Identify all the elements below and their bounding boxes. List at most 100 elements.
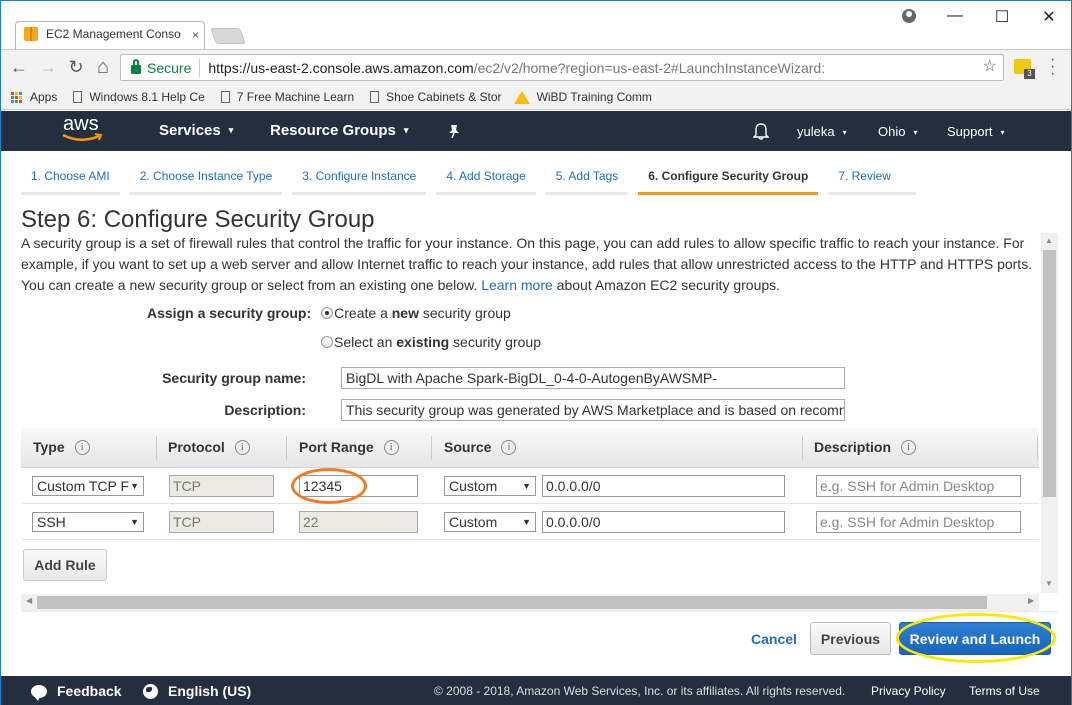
scrollbar-thumb[interactable]: [37, 596, 987, 609]
column-header-type: Type i: [33, 439, 90, 455]
tab-close-icon[interactable]: ×: [192, 28, 199, 42]
bookmark-item[interactable]: WiBD Training Comm: [513, 90, 652, 104]
step-choose-instance-type[interactable]: 2. Choose Instance Type: [129, 163, 283, 195]
column-header-description: Description i: [814, 439, 917, 455]
language-selector[interactable]: English (US): [143, 683, 251, 699]
scroll-down-icon[interactable]: ▼: [1045, 579, 1053, 588]
bookmark-item[interactable]: Windows 8.1 Help Ce: [73, 90, 205, 104]
user-menu[interactable]: yuleka ▾: [797, 124, 847, 139]
chevron-down-icon: ▾: [913, 128, 918, 137]
aws-favicon-icon: [24, 27, 38, 41]
step-add-tags[interactable]: 5. Add Tags: [545, 163, 629, 195]
source-cidr-input[interactable]: 0.0.0.0/0: [542, 475, 785, 497]
rule-description-input[interactable]: e.g. SSH for Admin Desktop: [816, 475, 1021, 497]
browser-tab[interactable]: EC2 Management Conso ×: [15, 21, 205, 49]
browser-toolbar: ← → ↻ ⌂ Secure https://us-east-2.console…: [1, 49, 1071, 85]
add-rule-button[interactable]: Add Rule: [23, 549, 107, 581]
page-icon: [370, 91, 380, 103]
info-icon[interactable]: i: [74, 439, 90, 455]
column-header-protocol: Protocol i: [168, 439, 250, 455]
maximize-icon[interactable]: ☐: [992, 7, 1012, 27]
group-name-input[interactable]: BigDL with Apache Spark-BigDL_0-4-0-Auto…: [341, 367, 845, 389]
dropdown-arrow-icon: ▼: [130, 481, 139, 491]
close-window-icon[interactable]: ✕: [1039, 7, 1059, 27]
step-add-storage[interactable]: 4. Add Storage: [436, 163, 536, 195]
privacy-policy-link[interactable]: Privacy Policy: [871, 684, 946, 698]
feedback-link[interactable]: Feedback: [31, 683, 122, 701]
learn-more-link[interactable]: Learn more: [481, 277, 553, 293]
back-icon[interactable]: ←: [8, 56, 30, 78]
scroll-up-icon[interactable]: ▲: [1045, 236, 1053, 245]
horizontal-scrollbar[interactable]: ◀ ▶: [21, 594, 1039, 611]
bookmark-apps[interactable]: Apps: [11, 90, 57, 104]
forward-icon[interactable]: →: [37, 56, 59, 78]
bookmark-star-icon[interactable]: ☆: [983, 56, 997, 76]
radio-create-new-label[interactable]: Create a new security group: [334, 305, 511, 321]
radio-select-existing-label[interactable]: Select an existing security group: [334, 334, 541, 350]
table-row: Custom TCP F ▼ TCP 12345 Custom ▼ 0.0.0.0/…: [21, 468, 1039, 504]
column-divider: [802, 436, 803, 460]
tab-title: EC2 Management Conso: [46, 27, 181, 41]
terms-of-use-link[interactable]: Terms of Use: [969, 684, 1040, 698]
resource-groups-menu[interactable]: Resource Groups ▾: [270, 122, 408, 139]
type-select[interactable]: SSH ▼: [32, 512, 144, 532]
feedback-bubble-icon: [31, 684, 47, 701]
group-description-input[interactable]: This security group was generated by AWS…: [341, 399, 845, 421]
column-divider: [286, 436, 287, 460]
wizard-steps: 1. Choose AMI 2. Choose Instance Type 3.…: [21, 163, 926, 195]
radio-select-existing[interactable]: [321, 336, 333, 348]
rules-table-header: Type i Protocol i Port Range i Source i Desc…: [21, 428, 1039, 468]
cancel-button[interactable]: Cancel: [751, 631, 797, 647]
minimize-icon[interactable]: —: [945, 7, 965, 25]
address-bar[interactable]: Secure https://us-east-2.console.aws.ama…: [120, 54, 1004, 81]
scroll-left-icon[interactable]: ◀: [26, 596, 32, 605]
assign-group-label: Assign a security group:: [147, 305, 312, 321]
lock-icon: [131, 59, 141, 74]
region-menu[interactable]: Ohio ▾: [878, 124, 917, 139]
type-select[interactable]: Custom TCP F ▼: [32, 476, 144, 496]
info-icon[interactable]: i: [501, 439, 517, 455]
info-icon[interactable]: i: [234, 439, 250, 455]
dropdown-arrow-icon: ▼: [522, 517, 531, 527]
source-select[interactable]: Custom ▼: [444, 512, 536, 532]
source-select[interactable]: Custom ▼: [444, 476, 536, 496]
profile-icon[interactable]: [902, 9, 916, 23]
scrollbar-thumb[interactable]: [1043, 250, 1056, 497]
step-choose-ami[interactable]: 1. Choose AMI: [21, 163, 120, 195]
column-header-source: Source i: [444, 439, 517, 455]
reload-icon[interactable]: ↻: [65, 56, 87, 78]
port-range-input[interactable]: 12345: [299, 475, 418, 497]
review-and-launch-button[interactable]: Review and Launch: [899, 622, 1051, 655]
step-configure-instance[interactable]: 3. Configure Instance: [292, 163, 427, 195]
browser-titlebar: EC2 Management Conso × — ☐ ✕: [1, 1, 1071, 49]
aws-smile-icon: [62, 133, 103, 141]
group-description-row: Description: This security group was gen…: [141, 399, 845, 421]
chevron-down-icon: ▾: [228, 125, 234, 135]
aws-top-nav: aws Services ▾ Resource Groups ▾ yuleka ▾ O…: [1, 111, 1071, 151]
info-icon[interactable]: i: [383, 439, 399, 455]
bookmark-item[interactable]: Shoe Cabinets & Stor: [370, 90, 502, 104]
bookmark-item[interactable]: 7 Free Machine Learn: [220, 90, 354, 104]
radio-create-new[interactable]: [321, 307, 334, 319]
pin-icon[interactable]: [447, 124, 461, 139]
info-icon[interactable]: i: [901, 439, 917, 455]
notifications-bell-icon[interactable]: [753, 122, 769, 140]
services-menu[interactable]: Services ▾: [159, 122, 233, 139]
step-review[interactable]: 7. Review: [828, 163, 916, 195]
bookmark-label: WiBD Training Comm: [536, 90, 652, 104]
vertical-scrollbar[interactable]: ▲ ▼: [1041, 233, 1058, 593]
new-tab-button[interactable]: [210, 28, 246, 44]
aws-logo[interactable]: aws: [61, 113, 105, 146]
support-menu[interactable]: Support ▾: [947, 124, 1005, 139]
step-configure-security-group[interactable]: 6. Configure Security Group: [638, 163, 819, 195]
home-icon[interactable]: ⌂: [92, 56, 114, 78]
browser-menu-icon[interactable]: · · ·: [1050, 52, 1056, 82]
rule-description-input[interactable]: e.g. SSH for Admin Desktop: [816, 511, 1021, 533]
source-cidr-input[interactable]: 0.0.0.0/0: [542, 511, 785, 533]
column-divider: [156, 436, 157, 460]
port-range-field: 22: [299, 511, 418, 533]
copyright-text: © 2008 - 2018, Amazon Web Services, Inc.…: [434, 684, 846, 698]
scroll-right-icon[interactable]: ▶: [1028, 596, 1034, 605]
previous-button[interactable]: Previous: [810, 622, 891, 655]
rules-table: Type i Protocol i Port Range i Source i Desc…: [21, 428, 1039, 540]
